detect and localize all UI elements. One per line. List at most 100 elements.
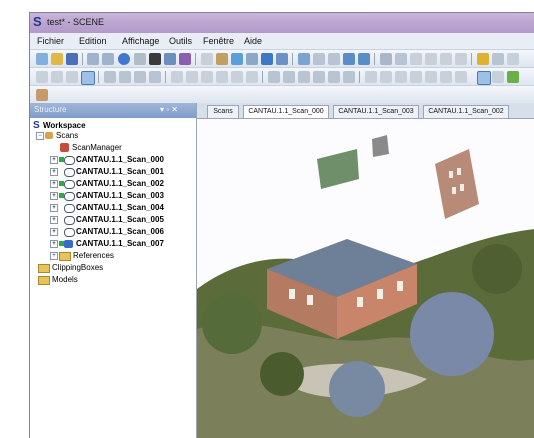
tool-icon[interactable] [455, 71, 467, 83]
floating-cloud-fragment [317, 149, 359, 189]
tool-icon[interactable] [425, 53, 437, 65]
tool-icon[interactable] [246, 53, 258, 65]
tool-icon[interactable] [328, 71, 340, 83]
collapse-toggle[interactable]: − [36, 132, 44, 140]
tool-icon[interactable] [492, 53, 504, 65]
expand-toggle[interactable]: + [50, 252, 58, 260]
window [460, 184, 464, 191]
tool-icon[interactable] [328, 53, 340, 65]
undo-icon[interactable] [87, 53, 99, 65]
tool-icon[interactable] [343, 53, 355, 65]
tool-icon[interactable] [149, 71, 161, 83]
scan-manager-icon [60, 143, 69, 152]
tool-icon[interactable] [440, 71, 452, 83]
tool-icon[interactable] [455, 53, 467, 65]
scan-icon [64, 204, 75, 213]
tool-icon[interactable] [119, 71, 131, 83]
tool-icon[interactable] [276, 53, 288, 65]
toolbar-separator [359, 71, 360, 83]
new-icon[interactable] [36, 53, 48, 65]
open-icon[interactable] [51, 53, 63, 65]
tree-item-label: CANTAU.1.1_Scan_005 [76, 215, 164, 224]
tool-icon[interactable] [201, 71, 213, 83]
tool-icon[interactable] [298, 53, 310, 65]
expand-toggle[interactable]: + [50, 192, 58, 200]
menu-aide[interactable]: Aide [244, 36, 262, 46]
tool-icon[interactable] [313, 71, 325, 83]
tool-icon[interactable] [410, 53, 422, 65]
menu-fenetre[interactable]: Fenêtre [203, 36, 234, 46]
tool-icon[interactable] [440, 53, 452, 65]
tab-scans[interactable]: Scans [207, 105, 239, 118]
tool-icon[interactable] [201, 53, 213, 65]
cursor-icon[interactable] [134, 53, 146, 65]
save-icon[interactable] [66, 53, 78, 65]
expand-toggle[interactable]: + [50, 168, 58, 176]
tree-item-label: CANTAU.1.1_Scan_002 [76, 179, 164, 188]
tool-icon[interactable] [66, 71, 78, 83]
menu-fichier[interactable]: Fichier [37, 36, 64, 46]
toolbar-separator [195, 53, 196, 65]
image-icon[interactable] [179, 53, 191, 65]
tool-icon[interactable] [380, 71, 392, 83]
tool-icon[interactable] [216, 71, 228, 83]
selected-tool-icon[interactable] [81, 71, 95, 85]
tool-icon[interactable] [365, 71, 377, 83]
tool-icon[interactable] [246, 71, 258, 83]
tool-icon[interactable] [492, 71, 504, 83]
tool-icon[interactable] [425, 71, 437, 83]
tab-scan-000[interactable]: CANTAU.1.1_Scan_000 [243, 105, 329, 118]
tool-icon[interactable] [358, 53, 370, 65]
tool-icon[interactable] [36, 71, 48, 83]
expand-toggle[interactable]: + [50, 156, 58, 164]
expand-toggle[interactable]: + [50, 180, 58, 188]
tool-icon[interactable] [298, 71, 310, 83]
scan-icon [64, 168, 75, 177]
tool-icon[interactable] [477, 53, 489, 65]
expand-toggle[interactable]: + [50, 228, 58, 236]
scan-icon [64, 156, 75, 165]
tab-scan-003[interactable]: CANTAU.1.1_Scan_003 [333, 105, 419, 118]
redo-icon[interactable] [102, 53, 114, 65]
tool-icon[interactable] [313, 53, 325, 65]
tool-icon[interactable] [51, 71, 63, 83]
menu-edition[interactable]: Edition [79, 36, 107, 46]
expand-toggle[interactable]: + [50, 240, 58, 248]
tool-icon[interactable] [216, 53, 228, 65]
tool-icon[interactable] [134, 71, 146, 83]
tool-icon[interactable] [171, 71, 183, 83]
expand-toggle[interactable]: + [50, 204, 58, 212]
tool-icon[interactable] [36, 89, 48, 101]
tool-icon[interactable] [231, 71, 243, 83]
tool-icon[interactable] [507, 53, 519, 65]
structure-panel: Structure ▾ ▫ ✕ S Workspace − Scans Scan… [30, 103, 197, 438]
3d-viewport[interactable] [197, 119, 534, 438]
tool-icon[interactable] [283, 71, 295, 83]
tool-icon[interactable] [268, 71, 280, 83]
tool-icon[interactable] [231, 53, 243, 65]
selected-tool-icon[interactable] [477, 71, 491, 85]
3d-view-icon[interactable] [149, 53, 161, 65]
tab-scan-002[interactable]: CANTAU.1.1_Scan_002 [423, 105, 509, 118]
toolbar-row-3 [30, 85, 534, 104]
tool-icon[interactable] [507, 71, 519, 83]
structure-panel-title: Structure [34, 105, 67, 114]
tree-cloud [410, 292, 494, 376]
tool-icon[interactable] [343, 71, 355, 83]
menu-affichage[interactable]: Affichage [122, 36, 159, 46]
menu-outils[interactable]: Outils [169, 36, 192, 46]
tree-cloud [260, 352, 304, 396]
expand-toggle[interactable]: + [50, 216, 58, 224]
tree-item-label: CANTAU.1.1_Scan_000 [76, 155, 164, 164]
tool-icon[interactable] [186, 71, 198, 83]
tool-icon[interactable] [261, 53, 273, 65]
tool-icon[interactable] [410, 71, 422, 83]
tool-icon[interactable] [380, 53, 392, 65]
tool-icon[interactable] [395, 53, 407, 65]
window [397, 281, 403, 291]
tool-icon[interactable] [395, 71, 407, 83]
tool-icon[interactable] [104, 71, 116, 83]
home-icon[interactable] [164, 53, 176, 65]
help-icon[interactable] [118, 53, 130, 65]
panel-controls[interactable]: ▾ ▫ ✕ [160, 105, 178, 114]
